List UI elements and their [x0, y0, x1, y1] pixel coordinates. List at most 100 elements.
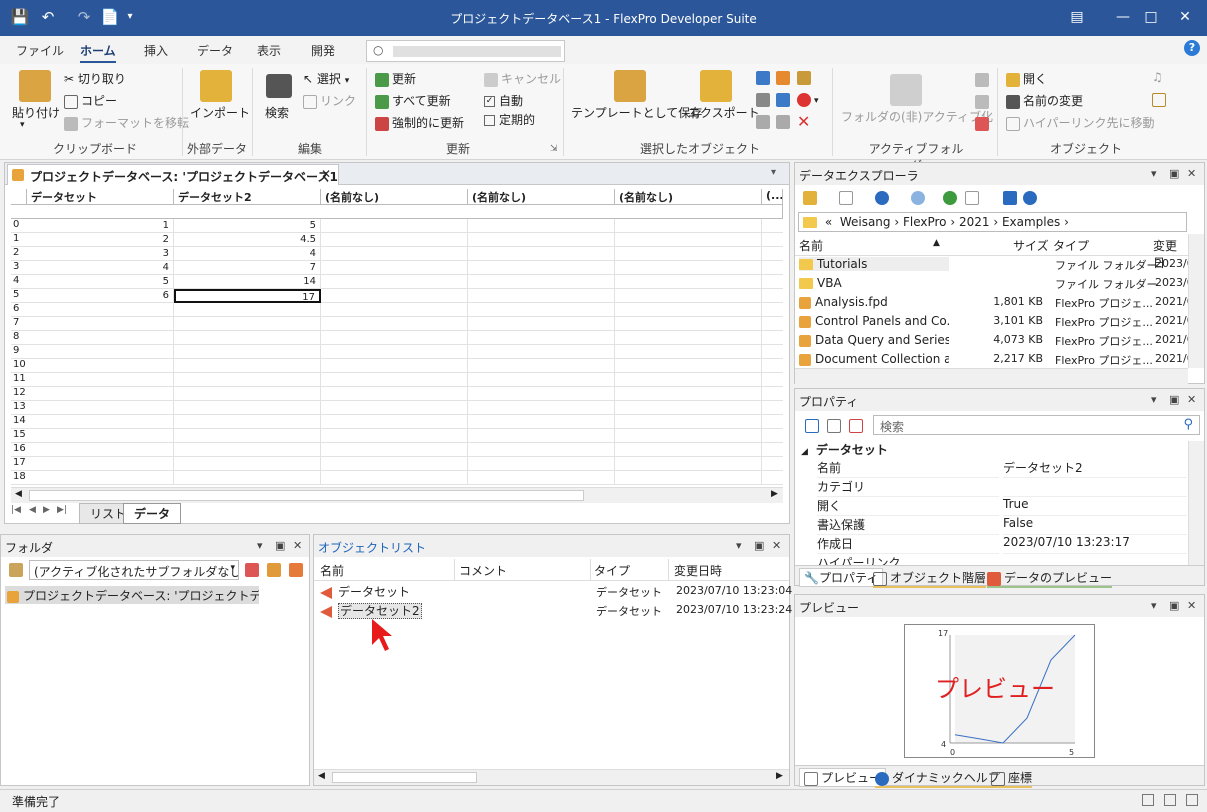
import-button[interactable]: インポート	[190, 104, 250, 121]
table-cell[interactable]: 2	[27, 233, 174, 247]
col-header-type[interactable]: タイプ	[594, 562, 630, 579]
table-cell[interactable]	[468, 401, 615, 415]
table-cell[interactable]	[321, 443, 468, 457]
fullscreen-icon[interactable]	[1186, 794, 1198, 806]
scrollbar-thumb[interactable]	[332, 772, 477, 783]
scrollbar-thumb[interactable]	[29, 490, 584, 501]
table-cell[interactable]	[27, 443, 174, 457]
table-cell[interactable]: 6	[27, 289, 174, 303]
table-row[interactable]: 14	[11, 415, 783, 429]
table-cell-active[interactable]: 17	[174, 289, 321, 303]
table-cell[interactable]	[615, 303, 762, 317]
tab-properties[interactable]: 🔧プロパティ	[799, 568, 884, 587]
table-cell[interactable]	[174, 303, 321, 317]
document-tab[interactable]: プロジェクトデータベース: 'プロジェクトデータベース1'	[7, 164, 339, 185]
table-cell[interactable]	[27, 429, 174, 443]
scroll-left-icon[interactable]: ◀	[318, 771, 325, 781]
data-table[interactable]: データセット データセット2 (名前なし) (名前なし) (名前なし) (...…	[11, 189, 783, 485]
table-cell[interactable]	[468, 261, 615, 275]
settings-gear-icon[interactable]	[1023, 191, 1037, 205]
table-cell[interactable]	[468, 219, 615, 233]
rename-button[interactable]: 名前の変更	[1006, 92, 1083, 109]
table-cell[interactable]	[174, 373, 321, 387]
table-cell[interactable]	[321, 415, 468, 429]
table-cell[interactable]	[174, 401, 321, 415]
grid-small-icon[interactable]	[776, 70, 793, 85]
update-button[interactable]: 更新	[375, 70, 416, 87]
properties-vscroll[interactable]	[1188, 441, 1204, 565]
view-icon[interactable]	[965, 191, 979, 205]
update-dialog-launcher-icon[interactable]: ⇲	[550, 144, 558, 154]
table-cell[interactable]	[321, 275, 468, 289]
folder-tree-item[interactable]: プロジェクトデータベース: 'プロジェクトデータベース1'	[5, 586, 259, 604]
sheet-tab-data[interactable]: データ	[123, 503, 182, 524]
tab-preview[interactable]: プレビュー	[799, 768, 887, 787]
checklist-icon[interactable]	[1152, 92, 1169, 107]
tab-data-preview[interactable]: データのプレビュー	[987, 569, 1113, 588]
ribbon-toggle-icon[interactable]: ▤	[1054, 0, 1100, 34]
folder-small-icon-3[interactable]	[975, 116, 992, 131]
tab-file[interactable]: ファイル	[16, 42, 64, 59]
table-cell[interactable]	[321, 247, 468, 261]
table-cell[interactable]: 5	[174, 219, 321, 233]
table-cell[interactable]	[468, 233, 615, 247]
table-cell[interactable]	[174, 443, 321, 457]
breadcrumb[interactable]: « Weisang › FlexPro › 2021 › Examples ›	[798, 212, 1187, 232]
paste-button[interactable]: 貼り付け	[12, 104, 60, 121]
table-cell[interactable]	[615, 289, 762, 303]
database-icon[interactable]	[803, 191, 817, 205]
table-cell[interactable]	[27, 345, 174, 359]
sort-az-icon[interactable]	[805, 419, 819, 433]
table-cell[interactable]: 5	[27, 275, 174, 289]
table-row[interactable]: 16	[11, 443, 783, 457]
cancel-update-button[interactable]: キャンセル	[484, 70, 561, 87]
table-cell[interactable]	[615, 457, 762, 471]
folder-action-icon-2[interactable]	[267, 563, 281, 577]
table-cell[interactable]	[321, 345, 468, 359]
table-cell[interactable]	[321, 289, 468, 303]
table-cell[interactable]	[615, 471, 762, 485]
lock-icon[interactable]	[797, 70, 814, 85]
table-cell[interactable]	[321, 317, 468, 331]
tab-object-hierarchy[interactable]: オブジェクト階層	[873, 569, 987, 588]
breadcrumb-item[interactable]: Weisang	[840, 215, 891, 229]
table-cell[interactable]: 4.5	[174, 233, 321, 247]
table-cell[interactable]	[174, 331, 321, 345]
table-cell[interactable]	[27, 415, 174, 429]
table-cell[interactable]	[27, 317, 174, 331]
table-cell[interactable]	[321, 401, 468, 415]
table-cell[interactable]	[321, 373, 468, 387]
force-update-button[interactable]: 強制的に更新	[375, 114, 464, 131]
goto-hyperlink-button[interactable]: ハイパーリンク先に移動	[1006, 114, 1155, 131]
sheet-nav-next-icon[interactable]: ▶	[43, 505, 50, 515]
property-value[interactable]: False	[1003, 516, 1187, 535]
format-painter-button[interactable]: フォーマットを移転	[64, 114, 189, 131]
table-cell[interactable]	[321, 429, 468, 443]
forward-icon[interactable]	[911, 191, 925, 205]
table-row[interactable]: 234	[11, 247, 783, 261]
paste-dropdown-icon[interactable]: ▾	[20, 120, 25, 130]
scroll-left-icon[interactable]: ◀	[15, 489, 22, 499]
list-icon[interactable]	[776, 114, 793, 129]
table-row[interactable]: 15	[11, 429, 783, 443]
table-cell[interactable]	[468, 289, 615, 303]
panel-close-icon[interactable]: ✕	[1187, 167, 1196, 180]
table-cell[interactable]	[27, 303, 174, 317]
table-cell[interactable]	[27, 373, 174, 387]
pin-icon[interactable]: ▣	[1169, 167, 1179, 180]
cut-button[interactable]: ✂ 切り取り	[64, 70, 126, 87]
table-cell[interactable]	[615, 401, 762, 415]
table-cell[interactable]	[615, 331, 762, 345]
properties-small-icon[interactable]	[756, 70, 773, 85]
table-cell[interactable]	[615, 429, 762, 443]
explorer-item[interactable]: Analysis.fpd	[799, 295, 949, 309]
property-value[interactable]: 2023/07/10 13:23:17	[1003, 535, 1187, 554]
delete-icon[interactable]: ✕	[797, 112, 810, 131]
table-cell[interactable]	[615, 247, 762, 261]
object-list-hscroll[interactable]: ◀ ▶	[314, 769, 789, 785]
close-tab-icon[interactable]: ✕	[321, 167, 331, 181]
explorer-item[interactable]: Control Panels and Co...	[799, 314, 949, 328]
pin-icon[interactable]: ▣	[754, 539, 764, 552]
table-cell[interactable]	[174, 345, 321, 359]
table-row[interactable]: 6	[11, 303, 783, 317]
